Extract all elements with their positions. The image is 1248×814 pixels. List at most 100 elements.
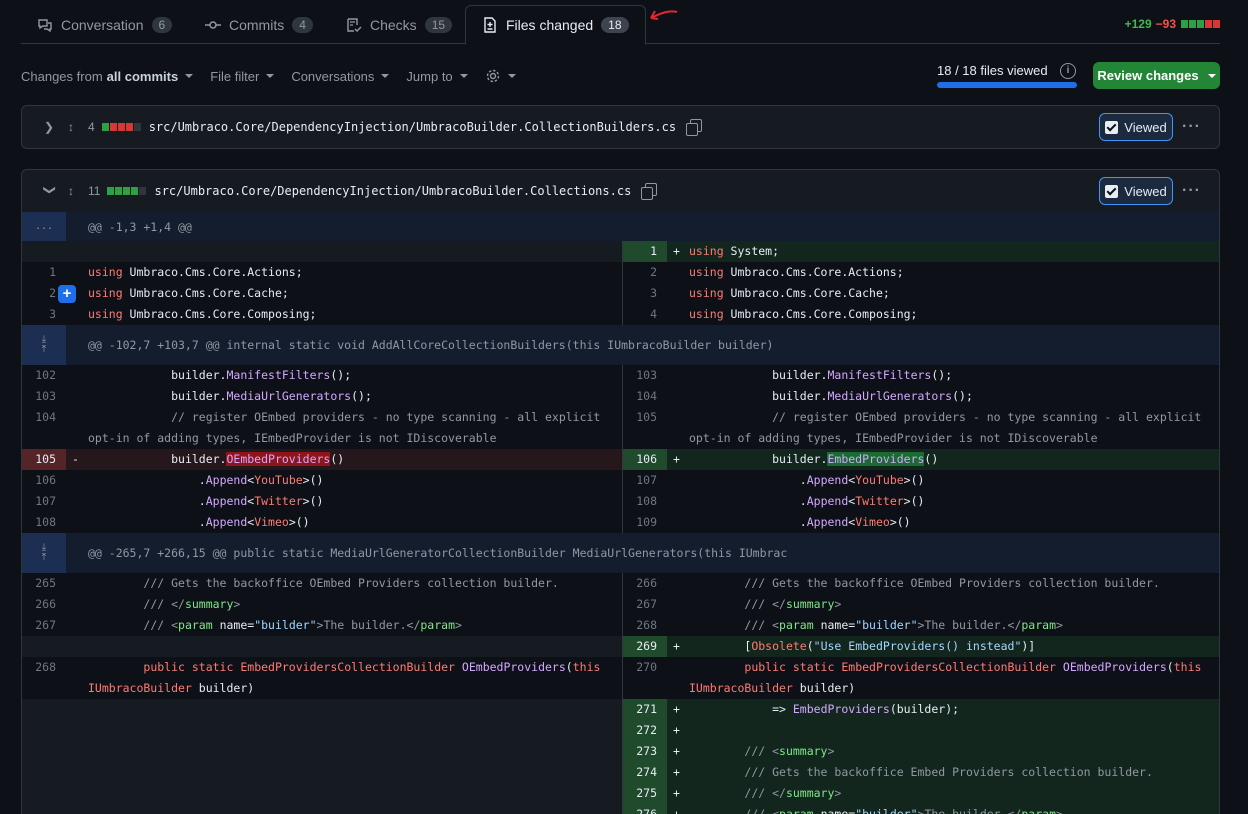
split-diff-view: ... @@ -1,3 +1,4 @@ 1 + using System; 1u… [22,212,1219,814]
file-diff-icon [484,17,496,33]
tab-conversation[interactable]: Conversation 6 [21,5,188,45]
copy-icon[interactable] [686,119,703,136]
diff-row: 267 /// <param name="builder">The builde… [22,615,1219,636]
tab-count: 4 [292,17,313,33]
line-number[interactable]: 1 [623,241,667,262]
line-number[interactable]: 109 [623,512,667,533]
line-number[interactable]: 275 [623,783,667,804]
line-number[interactable]: 4 [623,304,667,325]
line-number[interactable]: 105 [22,449,66,470]
pr-diffstat: +129 −93 [1125,17,1220,31]
red-arrow-annotation [650,10,678,20]
viewed-label: Viewed [1124,183,1167,199]
add-comment-button[interactable]: + [58,285,76,303]
unfold-icon[interactable]: ↕ [68,120,82,134]
checkbox-checked-icon [1105,120,1119,134]
line-number[interactable]: 268 [623,615,667,636]
expand-hunk-button[interactable]: ... [22,212,66,241]
checkbox-checked-icon [1105,184,1119,198]
line-number[interactable]: 102 [22,365,66,386]
files-viewed-progress-bar [937,82,1077,88]
review-changes-button[interactable]: Review changes [1093,62,1220,89]
jump-to-dropdown[interactable]: Jump to [406,68,468,84]
caret-down-icon [459,74,468,78]
line-number[interactable]: 106 [623,449,667,470]
copy-icon[interactable] [641,183,658,200]
hunk-header: ... @@ -1,3 +1,4 @@ [22,212,1219,241]
line-number[interactable]: 3 [623,283,667,304]
line-number[interactable]: 104 [623,386,667,407]
diff-row: 1 + using System; [22,241,1219,262]
diff-row: 269 + [Obsolete("Use EmbedProviders() ins… [22,636,1219,657]
tab-checks[interactable]: Checks 15 [330,5,468,45]
line-number[interactable]: 268 [22,657,66,699]
line-number[interactable]: 265 [22,573,66,594]
diff-row-changed: 105- builder.OEmbedProviders() 106 + buil… [22,449,1219,470]
expand-up-icon: ⤒ [41,344,47,355]
file-filter-dropdown[interactable]: File filter [210,68,275,84]
diff-row: 108 .Append<Vimeo>() 109 .Append<Vimeo>(… [22,512,1219,533]
line-number[interactable]: 271 [623,699,667,720]
expand-hunk-button[interactable]: ⤓ ⤒ [22,533,66,573]
file-path[interactable]: src/Umbraco.Core/DependencyInjection/Umb… [154,184,631,198]
line-number[interactable]: 104 [22,407,66,449]
line-number[interactable]: 272 [623,720,667,741]
files-toolbar: Changes from all commits File filter Con… [21,62,1220,90]
kebab-menu-icon[interactable]: ··· [1182,118,1201,136]
line-number[interactable]: 3 [22,304,66,325]
info-icon[interactable]: i [1060,63,1076,79]
line-number[interactable]: 274 [623,762,667,783]
tab-files-changed[interactable]: Files changed 18 [465,5,646,45]
line-number[interactable]: 108 [623,491,667,512]
line-number[interactable]: 2 [623,262,667,283]
file-change-count: 4 [88,120,95,134]
file-filter-label: File filter [210,68,260,84]
line-number[interactable]: 266 [623,573,667,594]
diff-row: 2 + using Umbraco.Cms.Core.Cache; 3 using U… [22,283,1219,304]
line-number[interactable]: 105 [623,407,667,449]
jump-to-label: Jump to [406,68,453,84]
line-number[interactable]: 1 [22,262,66,283]
line-number[interactable]: 273 [623,741,667,762]
tab-label: Conversation [61,17,144,33]
pr-tabs: Conversation 6 Commits 4 Checks 15 Files… [21,0,1220,45]
tab-label: Files changed [506,17,594,33]
tab-commits[interactable]: Commits 4 [189,5,329,45]
hunk-header-text: @@ -1,3 +1,4 @@ [88,219,192,234]
expand-hunk-button[interactable]: ⤓ ⤒ [22,325,66,365]
diff-row: 265 /// Gets the backoffice OEmbed Provi… [22,573,1219,594]
changes-from-dropdown[interactable]: Changes from all commits [21,69,194,84]
line-number[interactable]: 267 [22,615,66,636]
diff-settings-dropdown[interactable] [485,68,516,84]
diff-row: 107 .Append<Twitter>() 108 .Append<Twitt… [22,491,1219,512]
line-number[interactable]: 270 [623,657,667,699]
line-number[interactable]: 276 [623,804,667,814]
line-number[interactable]: 108 [22,512,66,533]
chevron-right-icon[interactable]: ❯ [44,120,56,134]
conversations-dropdown[interactable]: Conversations [291,69,390,84]
file-path[interactable]: src/Umbraco.Core/DependencyInjection/Umb… [149,120,676,134]
diff-row: 268 public static EmbedProvidersCollecti… [22,657,1219,699]
line-number[interactable]: 107 [623,470,667,491]
chevron-down-icon[interactable]: ❯ [43,185,57,197]
unfold-icon[interactable]: ↕ [68,184,82,198]
diff-row: 104 // register OEmbed providers - no ty… [22,407,1219,449]
line-number[interactable]: 107 [22,491,66,512]
caret-down-icon [381,74,390,78]
viewed-checkbox-button[interactable]: Viewed [1099,177,1173,205]
files-viewed-summary: 18 / 18 files viewed [937,63,1048,78]
line-number[interactable]: 269 [623,636,667,657]
line-number[interactable]: 106 [22,470,66,491]
kebab-menu-icon[interactable]: ··· [1182,182,1201,200]
hunk-header-text: @@ -265,7 +266,15 @@ public static Media… [88,546,788,560]
line-number[interactable]: 267 [623,594,667,615]
line-number[interactable]: 103 [22,386,66,407]
tab-count: 6 [151,17,173,33]
viewed-checkbox-button[interactable]: Viewed [1099,113,1173,141]
line-number[interactable]: 266 [22,594,66,615]
diff-row: 103 builder.MediaUrlGenerators(); 104 bu… [22,386,1219,407]
line-number[interactable]: 103 [623,365,667,386]
diff-row: 102 builder.ManifestFilters(); 103 build… [22,365,1219,386]
tab-count: 18 [601,17,629,33]
tab-label: Commits [229,17,285,33]
